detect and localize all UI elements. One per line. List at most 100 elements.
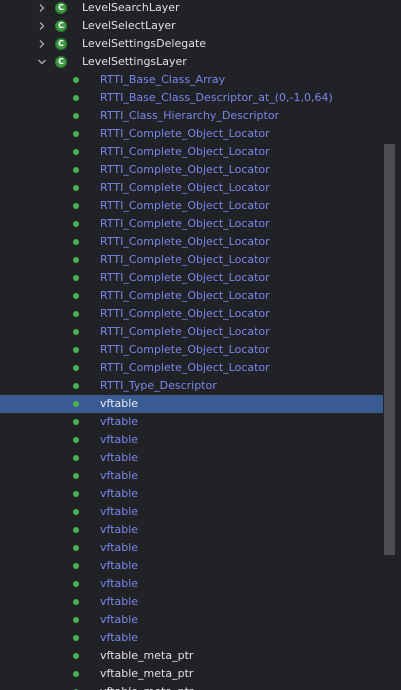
tree-member-label: RTTI_Complete_Object_Locator [100,181,270,194]
tree-member-row[interactable]: RTTI_Base_Class_Descriptor_at_(0,-1,0,64… [0,89,384,107]
tree-member-row[interactable]: vftable [0,503,384,521]
chevron-right-icon[interactable] [37,39,47,49]
tree-member-label: vftable [100,631,139,644]
member-dot-icon [73,329,79,335]
tree-member-row[interactable]: RTTI_Complete_Object_Locator [0,287,384,305]
member-dot-icon [73,545,79,551]
tree-class-label: LevelSettingsDelegate [82,37,207,50]
tree-member-label: vftable [100,595,139,608]
tree-member-row[interactable]: vftable [0,485,384,503]
tree-member-label: vftable_meta_ptr [100,649,194,662]
tree-member-row[interactable]: RTTI_Complete_Object_Locator [0,179,384,197]
member-dot-icon [73,149,79,155]
tree-class-label: LevelSearchLayer [82,1,180,14]
tree-member-label: RTTI_Complete_Object_Locator [100,289,270,302]
tree-member-row[interactable]: vftable [0,629,384,647]
tree-member-row[interactable]: RTTI_Complete_Object_Locator [0,341,384,359]
chevron-right-icon[interactable] [37,3,47,13]
symbol-tree: C LevelSearchLayer C LevelSelectLayer C Level… [0,0,384,690]
tree-member-row[interactable]: RTTI_Complete_Object_Locator [0,269,384,287]
tree-member-row[interactable]: RTTI_Class_Hierarchy_Descriptor [0,107,384,125]
member-dot-icon [73,437,79,443]
member-dot-icon [73,293,79,299]
tree-member-label: vftable [100,487,139,500]
tree-member-row[interactable]: vftable_meta_ptr [0,665,384,683]
tree-member-label: RTTI_Complete_Object_Locator [100,127,270,140]
tree-member-row[interactable]: vftable [0,539,384,557]
tree-member-label: vftable_meta_ptr [100,683,193,690]
tree-member-row[interactable]: vftable [0,521,384,539]
tree-member-label: vftable [100,613,139,626]
tree-member-row[interactable]: RTTI_Type_Descriptor [0,377,384,395]
tree-member-label: RTTI_Complete_Object_Locator [100,145,270,158]
tree-member-row[interactable]: vftable [0,557,384,575]
tree-class-row[interactable]: C LevelSelectLayer [0,17,384,35]
tree-member-label: RTTI_Complete_Object_Locator [100,163,270,176]
tree-member-label: vftable_meta_ptr [100,667,194,680]
member-dot-icon [73,365,79,371]
scrollbar-thumb[interactable] [384,144,395,555]
member-dot-icon [73,581,79,587]
tree-class-row[interactable]: C LevelSearchLayer [0,0,384,17]
tree-member-row[interactable]: vftable [0,413,384,431]
tree-member-row[interactable]: vftable [0,467,384,485]
member-dot-icon [73,185,79,191]
tree-member-row[interactable]: vftable [0,449,384,467]
tree-member-row[interactable]: RTTI_Complete_Object_Locator [0,359,384,377]
tree-member-row[interactable]: RTTI_Complete_Object_Locator [0,197,384,215]
member-dot-icon [73,275,79,281]
tree-member-label: vftable [100,397,139,410]
tree-member-label: RTTI_Complete_Object_Locator [100,325,270,338]
member-dot-icon [73,77,79,83]
tree-member-label: RTTI_Type_Descriptor [100,379,217,392]
class-c-icon: C [55,20,67,32]
tree-class-row[interactable]: C LevelSettingsDelegate [0,35,384,53]
tree-member-row-selected[interactable]: vftable [0,395,383,413]
tree-member-label: vftable [100,541,139,554]
member-dot-icon [73,635,79,641]
tree-member-row[interactable]: vftable [0,593,384,611]
member-dot-icon [73,131,79,137]
tree-member-row[interactable]: vftable [0,575,384,593]
tree-class-row[interactable]: C LevelSettingsLayer [0,53,384,71]
member-dot-icon [73,509,79,515]
tree-member-label: RTTI_Complete_Object_Locator [100,271,270,284]
tree-member-label: RTTI_Base_Class_Descriptor_at_(0,-1,0,64… [100,91,333,104]
tree-member-row[interactable]: RTTI_Complete_Object_Locator [0,233,384,251]
tree-member-row[interactable]: vftable_meta_ptr [0,647,384,665]
tree-member-label: vftable [100,505,139,518]
tree-member-row[interactable]: RTTI_Complete_Object_Locator [0,215,384,233]
tree-member-row[interactable]: RTTI_Complete_Object_Locator [0,125,384,143]
member-dot-icon [73,653,79,659]
tree-member-row[interactable]: RTTI_Complete_Object_Locator [0,305,384,323]
tree-member-row[interactable]: vftable_meta_ptr [0,683,384,690]
member-dot-icon [73,527,79,533]
tree-member-row[interactable]: vftable [0,431,384,449]
tree-member-row[interactable]: RTTI_Complete_Object_Locator [0,251,384,269]
tree-member-row[interactable]: RTTI_Complete_Object_Locator [0,143,384,161]
tree-member-row[interactable]: RTTI_Complete_Object_Locator [0,161,384,179]
member-dot-icon [73,419,79,425]
chevron-right-icon[interactable] [37,21,47,31]
member-dot-icon [73,203,79,209]
tree-member-label: RTTI_Complete_Object_Locator [100,307,270,320]
member-dot-icon [73,401,79,407]
chevron-down-icon[interactable] [37,57,47,67]
member-dot-icon [73,671,79,677]
tree-member-label: RTTI_Complete_Object_Locator [100,235,270,248]
tree-member-row[interactable]: vftable [0,611,384,629]
tree-member-row[interactable]: RTTI_Complete_Object_Locator [0,323,384,341]
tree-class-label: LevelSettingsLayer [82,55,187,68]
member-dot-icon [73,473,79,479]
member-dot-icon [73,257,79,263]
member-dot-icon [73,167,79,173]
tree-class-label: LevelSelectLayer [82,19,176,32]
member-dot-icon [73,347,79,353]
class-c-icon: C [55,38,67,50]
tree-member-row[interactable]: RTTI_Base_Class_Array [0,71,384,89]
member-dot-icon [73,311,79,317]
member-dot-icon [73,383,79,389]
tree-member-label: RTTI_Complete_Object_Locator [100,361,270,374]
tree-member-label: vftable [100,577,139,590]
tree-member-label: vftable [100,469,139,482]
